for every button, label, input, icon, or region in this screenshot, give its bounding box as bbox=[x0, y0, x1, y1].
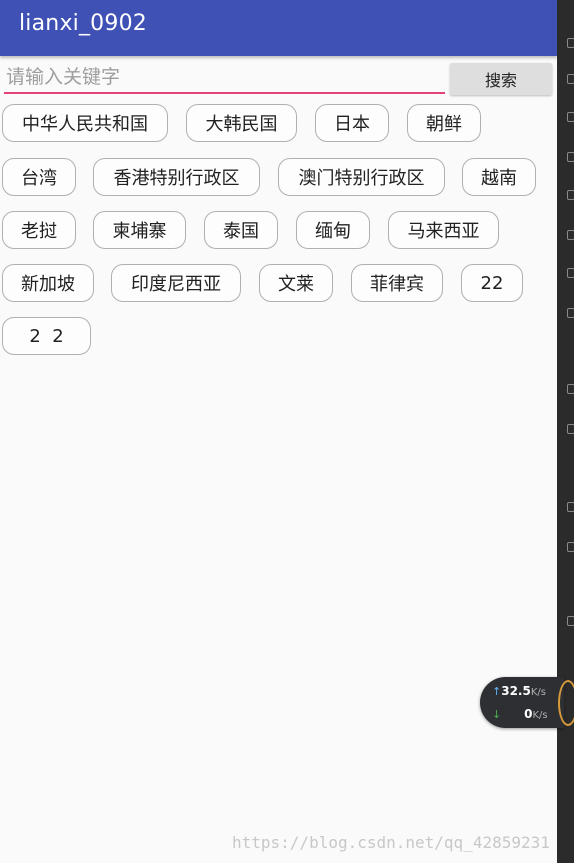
tag-button[interactable]: 朝鲜 bbox=[407, 104, 481, 142]
side-bar-icon bbox=[567, 424, 574, 434]
tag-button[interactable]: 日本 bbox=[315, 104, 389, 142]
watermark: https://blog.csdn.net/qq_42859231 bbox=[232, 833, 550, 852]
side-bar-icon bbox=[567, 542, 574, 552]
app-bar: lianxi_0902 bbox=[0, 0, 557, 56]
side-bar-icon bbox=[567, 152, 574, 162]
tag-button[interactable]: 大韩民国 bbox=[186, 104, 297, 142]
side-bar-icon bbox=[567, 616, 574, 626]
tag-button[interactable]: 泰国 bbox=[204, 211, 278, 249]
side-bar-icon bbox=[567, 308, 574, 318]
tag-button[interactable]: 2 2 bbox=[2, 317, 91, 355]
tag-button[interactable]: 缅甸 bbox=[296, 211, 370, 249]
tag-button[interactable]: 香港特别行政区 bbox=[93, 158, 260, 196]
side-bar-icon bbox=[567, 190, 574, 200]
app-title: lianxi_0902 bbox=[19, 11, 147, 36]
side-bar-icon bbox=[567, 112, 574, 122]
tag-button[interactable]: 台湾 bbox=[2, 158, 76, 196]
side-bar-icon bbox=[567, 230, 574, 240]
tag-button[interactable]: 22 bbox=[461, 264, 523, 302]
search-button[interactable]: 搜索 bbox=[450, 63, 552, 95]
tag-button[interactable]: 新加坡 bbox=[2, 264, 94, 302]
side-bar-icon bbox=[567, 38, 574, 48]
search-input[interactable] bbox=[4, 62, 445, 94]
tag-button[interactable]: 澳门特别行政区 bbox=[278, 158, 445, 196]
tag-button[interactable]: 越南 bbox=[462, 158, 536, 196]
arrow-up-icon: ↑ bbox=[492, 685, 502, 698]
network-speed-widget[interactable]: ↑32.5K/s ↓ 0K/s bbox=[480, 677, 564, 728]
tag-button[interactable]: 老挝 bbox=[2, 211, 76, 249]
upload-speed: ↑32.5K/s bbox=[492, 684, 546, 698]
side-bar-icon bbox=[567, 74, 574, 84]
tag-button[interactable]: 文莱 bbox=[259, 264, 333, 302]
side-bar-icon bbox=[567, 502, 574, 512]
side-bar-icon bbox=[567, 268, 574, 278]
speed-ring-icon bbox=[558, 680, 574, 726]
side-bar-icon bbox=[567, 384, 574, 394]
app-screen: lianxi_0902 搜索 中华人民共和国 大韩民国 日本 朝鲜 台湾 香港特… bbox=[0, 0, 557, 863]
arrow-down-icon: ↓ bbox=[492, 708, 502, 721]
tag-button[interactable]: 菲律宾 bbox=[351, 264, 443, 302]
tag-button[interactable]: 印度尼西亚 bbox=[111, 264, 241, 302]
tag-button[interactable]: 中华人民共和国 bbox=[2, 104, 168, 142]
tag-button[interactable]: 柬埔寨 bbox=[93, 211, 186, 249]
tag-button[interactable]: 马来西亚 bbox=[388, 211, 499, 249]
download-speed: ↓ 0K/s bbox=[492, 707, 548, 721]
